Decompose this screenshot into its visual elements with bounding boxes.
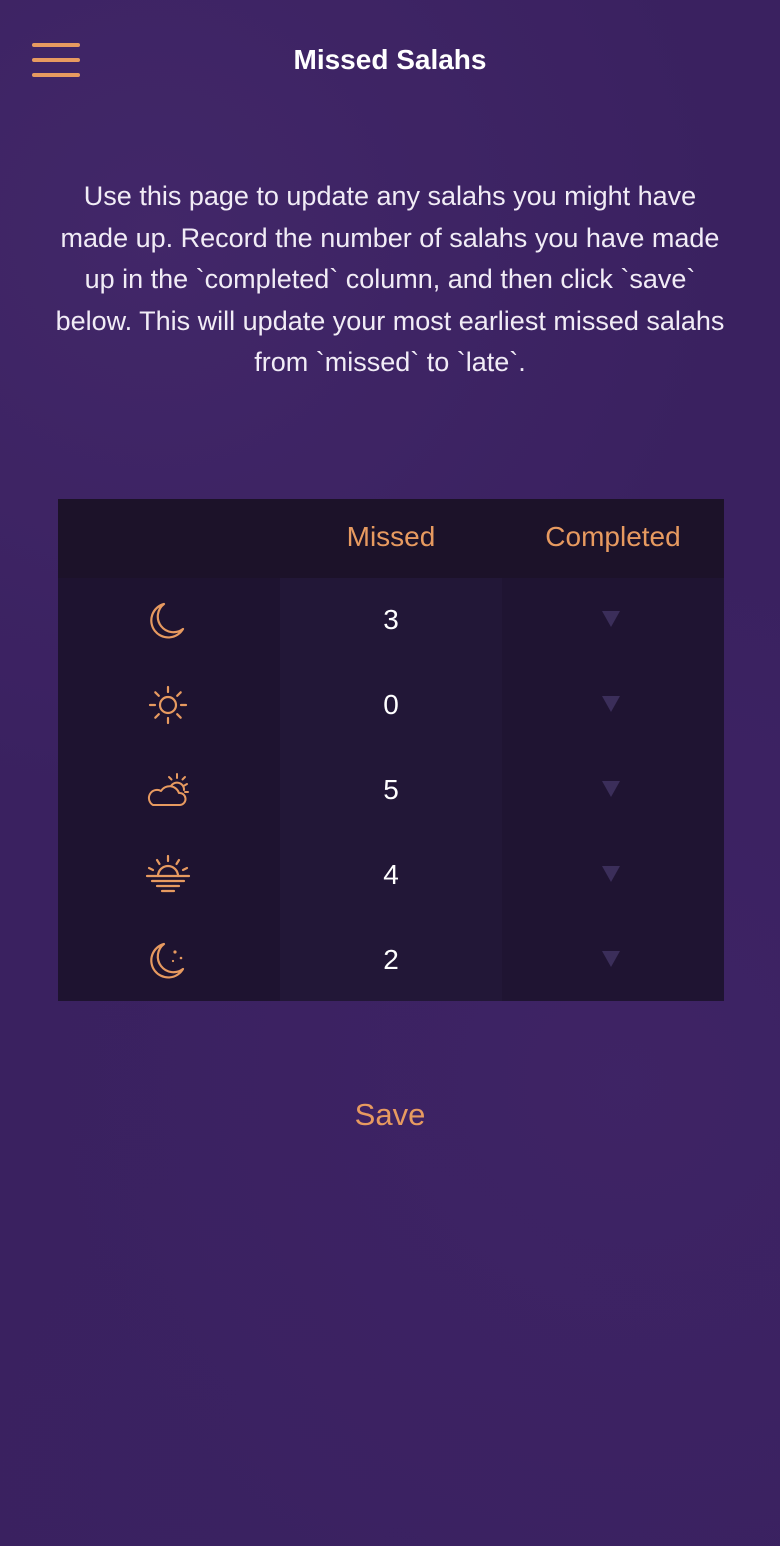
table-row: 3: [58, 578, 724, 662]
table-row: 0: [58, 663, 724, 747]
chevron-down-icon: [602, 781, 620, 797]
moon-and-stars-icon: [150, 942, 185, 979]
chevron-down-icon: [602, 866, 620, 882]
table-row: 4: [58, 833, 724, 917]
crescent-moon-icon: [150, 602, 185, 639]
save-button[interactable]: Save: [290, 1090, 490, 1140]
missed-count: 2: [383, 944, 399, 975]
sun-behind-cloud-icon: [147, 773, 189, 806]
sun-icon: [148, 685, 188, 725]
missed-count: 0: [383, 689, 399, 720]
completed-dropdown[interactable]: [502, 853, 724, 897]
chevron-down-icon: [602, 951, 620, 967]
column-header-missed: Missed: [346, 521, 436, 552]
missed-salahs-table: Missed Completed 3 0 5 4 2: [58, 499, 724, 1001]
chevron-down-icon: [602, 611, 620, 627]
completed-dropdown[interactable]: [502, 768, 724, 812]
missed-count: 5: [383, 774, 399, 805]
table-row: 5: [58, 748, 724, 832]
intro-text: Use this page to update any salahs you m…: [55, 181, 725, 377]
completed-dropdown[interactable]: [502, 598, 724, 642]
table-header-row: Missed Completed: [58, 499, 724, 578]
missed-count: 3: [383, 604, 399, 635]
completed-dropdown[interactable]: [502, 683, 724, 727]
chevron-down-icon: [602, 696, 620, 712]
column-header-completed: Completed: [545, 521, 681, 552]
app-header: Missed Salahs: [0, 0, 780, 125]
page-title: Missed Salahs: [293, 44, 487, 75]
sunset-icon: [145, 854, 191, 893]
table-row: 2: [58, 918, 724, 1002]
missed-count: 4: [383, 859, 399, 890]
completed-dropdown[interactable]: [502, 938, 724, 982]
